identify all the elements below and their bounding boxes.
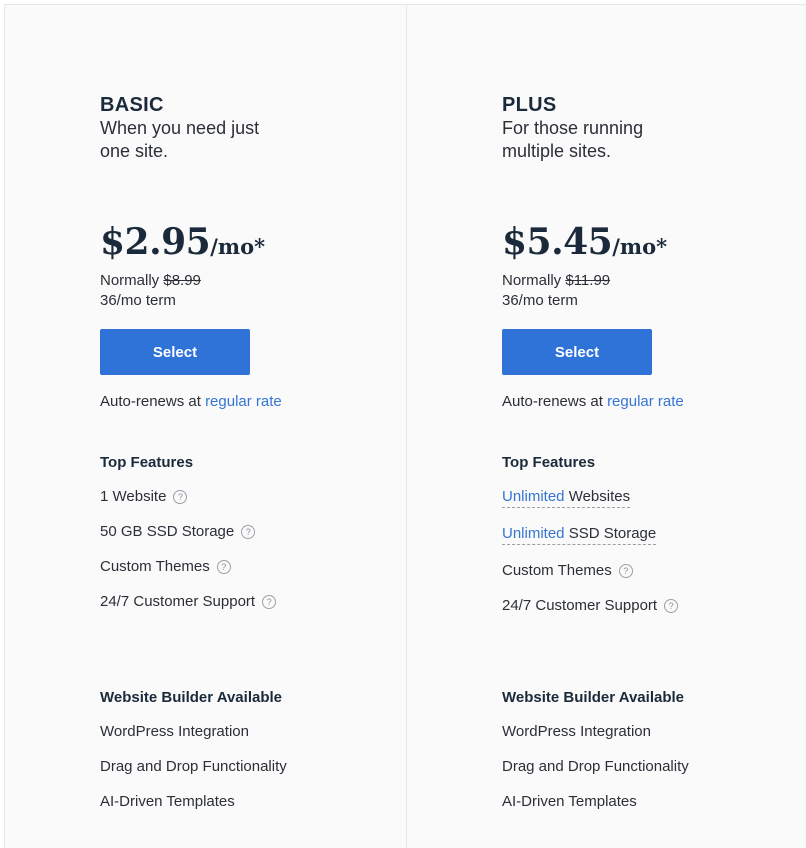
plan-tagline: For those running multiple sites. bbox=[502, 118, 644, 161]
price-row: $2.95 /mo* bbox=[100, 221, 406, 263]
normal-price: Normally $11.99 bbox=[502, 271, 806, 291]
feature-item: 24/7 Customer Support ? bbox=[502, 597, 806, 615]
select-basic-button[interactable]: Select bbox=[100, 329, 250, 375]
plan-card-plus: PLUS For those running multiple sites. $… bbox=[406, 5, 806, 848]
autorenew-note: Auto-renews at regular rate bbox=[502, 393, 806, 410]
normally-label: Normally bbox=[502, 272, 562, 289]
feature-item: Custom Themes ? bbox=[100, 558, 406, 576]
top-features-title: Top Features bbox=[502, 454, 596, 471]
autorenew-text: Auto-renews at bbox=[100, 393, 201, 410]
feature-item: Unlimited Websites bbox=[502, 488, 806, 508]
plan-price: $2.95 bbox=[100, 221, 211, 263]
help-icon[interactable]: ? bbox=[618, 564, 633, 578]
builder-list: WordPress Integration Drag and Drop Func… bbox=[502, 723, 689, 811]
price-row: $5.45 /mo* bbox=[502, 221, 806, 263]
feature-item: Custom Themes ? bbox=[502, 562, 806, 580]
plan-card-basic: BASIC When you need just one site. $2.95… bbox=[5, 5, 406, 848]
builder-item: AI-Driven Templates bbox=[100, 793, 235, 810]
strikethrough-price: $11.99 bbox=[565, 272, 611, 289]
price-period: /mo* bbox=[210, 234, 266, 259]
normally-label: Normally bbox=[100, 272, 160, 289]
builder-list: WordPress Integration Drag and Drop Func… bbox=[100, 723, 287, 811]
plan-term: 36/mo term bbox=[502, 292, 578, 309]
plan-name: PLUS bbox=[502, 94, 557, 116]
plan-name: BASIC bbox=[100, 94, 164, 116]
help-icon[interactable]: ? bbox=[173, 490, 188, 504]
feature-label: 24/7 Customer Support bbox=[100, 593, 256, 610]
feature-label: 1 Website bbox=[100, 488, 167, 505]
feature-item: 24/7 Customer Support ? bbox=[100, 593, 406, 611]
autorenew-note: Auto-renews at regular rate bbox=[100, 393, 406, 410]
feature-label: Custom Themes bbox=[502, 562, 612, 579]
regular-rate-link[interactable]: regular rate bbox=[205, 393, 282, 410]
website-builder-title: Website Builder Available bbox=[100, 689, 282, 706]
builder-item: WordPress Integration bbox=[100, 723, 249, 740]
plan-tagline: When you need just one site. bbox=[100, 118, 260, 161]
builder-item: Drag and Drop Functionality bbox=[502, 758, 689, 775]
feature-item: Unlimited SSD Storage bbox=[502, 525, 806, 545]
feature-label: SSD Storage bbox=[564, 525, 657, 542]
website-builder-title: Website Builder Available bbox=[502, 689, 684, 706]
normal-price: Normally $8.99 bbox=[100, 271, 406, 291]
feature-label: 50 GB SSD Storage bbox=[100, 523, 235, 540]
feature-tooltip-trigger[interactable]: Unlimited Websites bbox=[502, 488, 631, 508]
help-icon[interactable]: ? bbox=[664, 599, 679, 613]
feature-item: 1 Website ? bbox=[100, 488, 406, 506]
feature-list: Unlimited Websites Unlimited SSD Storage… bbox=[502, 488, 806, 615]
select-plus-button[interactable]: Select bbox=[502, 329, 652, 375]
help-icon[interactable]: ? bbox=[262, 595, 277, 609]
builder-item: AI-Driven Templates bbox=[502, 793, 637, 810]
feature-label: Websites bbox=[564, 488, 631, 505]
unlimited-highlight: Unlimited bbox=[502, 525, 565, 542]
website-builder-section: Website Builder Available WordPress Inte… bbox=[100, 689, 287, 811]
plan-term: 36/mo term bbox=[100, 292, 176, 309]
strikethrough-price: $8.99 bbox=[163, 272, 201, 289]
builder-item: Drag and Drop Functionality bbox=[100, 758, 287, 775]
feature-label: Custom Themes bbox=[100, 558, 210, 575]
pricing-table: BASIC When you need just one site. $2.95… bbox=[4, 4, 806, 848]
help-icon[interactable]: ? bbox=[241, 525, 256, 539]
unlimited-highlight: Unlimited bbox=[502, 488, 565, 505]
regular-rate-link[interactable]: regular rate bbox=[607, 393, 684, 410]
feature-list: 1 Website ? 50 GB SSD Storage ? Custom T… bbox=[100, 488, 406, 611]
autorenew-text: Auto-renews at bbox=[502, 393, 603, 410]
plan-price: $5.45 bbox=[502, 221, 613, 263]
feature-tooltip-trigger[interactable]: Unlimited SSD Storage bbox=[502, 525, 657, 545]
builder-item: WordPress Integration bbox=[502, 723, 651, 740]
feature-label: 24/7 Customer Support bbox=[502, 597, 658, 614]
top-features-title: Top Features bbox=[100, 454, 194, 471]
feature-item: 50 GB SSD Storage ? bbox=[100, 523, 406, 541]
price-period: /mo* bbox=[612, 234, 668, 259]
website-builder-section: Website Builder Available WordPress Inte… bbox=[502, 689, 689, 811]
help-icon[interactable]: ? bbox=[216, 560, 231, 574]
